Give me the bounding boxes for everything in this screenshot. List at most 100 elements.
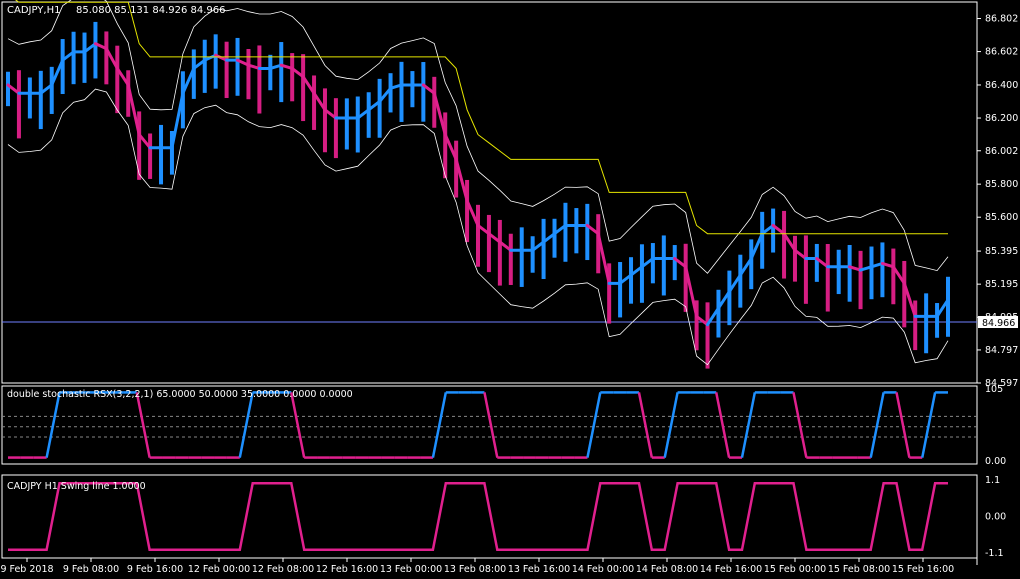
price-bar (672, 245, 677, 281)
stochastic-panel[interactable] (2, 391, 977, 459)
price-bar (148, 133, 153, 179)
price-bar (705, 302, 710, 369)
x-tick-label: 12 Feb 00:00 (188, 564, 250, 575)
price-bar (880, 242, 885, 298)
price-bar (443, 112, 448, 179)
price-bar (71, 31, 76, 85)
price-bar (541, 218, 546, 280)
main-price-panel[interactable] (2, 0, 977, 369)
x-tick-label: 14 Feb 16:00 (700, 564, 762, 575)
price-bar (639, 244, 644, 303)
price-bar (49, 66, 54, 114)
price-bar (388, 73, 393, 113)
swing-panel[interactable] (8, 482, 948, 551)
price-bar (465, 179, 470, 243)
x-tick-label: 9 Feb 08:00 (63, 564, 119, 575)
price-bar (552, 218, 557, 258)
x-tick-label: 14 Feb 08:00 (636, 564, 698, 575)
stochastic-line-segment (238, 392, 254, 458)
price-bar (847, 244, 852, 302)
price-bar (946, 276, 950, 337)
price-bar (836, 249, 841, 295)
price-bar (519, 227, 524, 287)
price-bar (355, 96, 360, 153)
stochastic-tick-label: 0.00 (985, 456, 1006, 467)
price-bar (508, 233, 513, 285)
symbol-title: CADJPY,H1 (7, 5, 60, 16)
stochastic-title: double stochastic RSX(3,2,2,1) 65.0000 5… (7, 389, 353, 400)
price-bar (377, 78, 382, 138)
price-bar (366, 92, 371, 138)
swing-tick-label: 0.00 (985, 512, 1006, 523)
price-bar (771, 208, 776, 253)
y-tick-label: 86.400 (985, 80, 1018, 91)
price-bar (82, 32, 87, 83)
price-bar (585, 203, 590, 261)
price-bar (344, 98, 349, 150)
price-bar (530, 236, 535, 273)
price-bar (803, 235, 808, 304)
x-tick-label: 13 Feb 00:00 (380, 564, 442, 575)
price-bar (93, 21, 98, 79)
price-bar (159, 124, 164, 185)
trailing-line (15, 0, 948, 235)
price-bar (115, 45, 120, 114)
y-tick-label: 85.395 (985, 246, 1018, 257)
price-bar (618, 262, 623, 318)
price-bar (410, 71, 415, 108)
price-bar (782, 210, 787, 279)
stochastic-line-segment (663, 392, 679, 458)
swing-line (8, 482, 948, 551)
price-bar (202, 39, 207, 93)
y-tick-label: 85.800 (985, 179, 1018, 190)
swing-title: CADJPY H1 Swing line 1.0000 (7, 481, 146, 492)
price-bar (727, 270, 732, 326)
swing-tick-label: -1.1 (985, 548, 1004, 559)
y-tick-label: 85.195 (985, 279, 1018, 290)
axis-labels: 86.802 86.602 86.400 86.200 86.002 85.800 85.6… (0, 14, 1018, 575)
price-bar (279, 42, 284, 103)
price-bar (27, 77, 32, 119)
price-bar (235, 37, 240, 96)
price-bar (629, 257, 634, 304)
y-tick-label: 84.797 (985, 345, 1018, 356)
x-tick-label: 15 Feb 16:00 (892, 564, 954, 575)
price-bar (257, 45, 262, 114)
stochastic-line-segment (714, 392, 731, 458)
price-bar (16, 70, 21, 139)
price-bar (290, 53, 295, 102)
price-bar (749, 239, 754, 290)
price-bar (104, 31, 109, 85)
stochastic-line-segment (921, 392, 937, 458)
x-tick-label: 14 Feb 00:00 (572, 564, 634, 575)
stochastic-line-segment (869, 392, 885, 458)
price-bar (738, 254, 743, 308)
y-tick-label: 85.600 (985, 212, 1018, 223)
price-bar (312, 75, 317, 130)
stochastic-line-segment (586, 392, 602, 458)
x-tick-label: 13 Feb 08:00 (444, 564, 506, 575)
price-bar (38, 70, 43, 130)
x-tick-label: 15 Feb 00:00 (764, 564, 826, 575)
x-tick-label: 15 Feb 08:00 (828, 564, 890, 575)
x-tick-label: 9 Feb 16:00 (127, 564, 183, 575)
price-bar (814, 243, 819, 282)
stochastic-line-segment (895, 392, 911, 458)
price-bar (574, 208, 579, 254)
price-bar (661, 235, 666, 296)
main-frame (1, 1, 978, 384)
price-bar (6, 71, 10, 107)
stochastic-line-segment (483, 392, 499, 458)
price-bar (825, 244, 830, 312)
stochastic-line-segment (135, 392, 151, 458)
price-bar (399, 61, 404, 122)
price-bar (858, 250, 863, 310)
stochastic-line-segment (290, 392, 306, 458)
stochastic-line-segment (792, 392, 808, 458)
stochastic-line-segment (431, 392, 448, 458)
y-tick-label: 86.802 (985, 14, 1018, 25)
x-tick-label: 13 Feb 16:00 (508, 564, 570, 575)
y-tick-label: 86.002 (985, 146, 1018, 157)
price-bar (716, 289, 721, 338)
price-bar (333, 98, 338, 159)
